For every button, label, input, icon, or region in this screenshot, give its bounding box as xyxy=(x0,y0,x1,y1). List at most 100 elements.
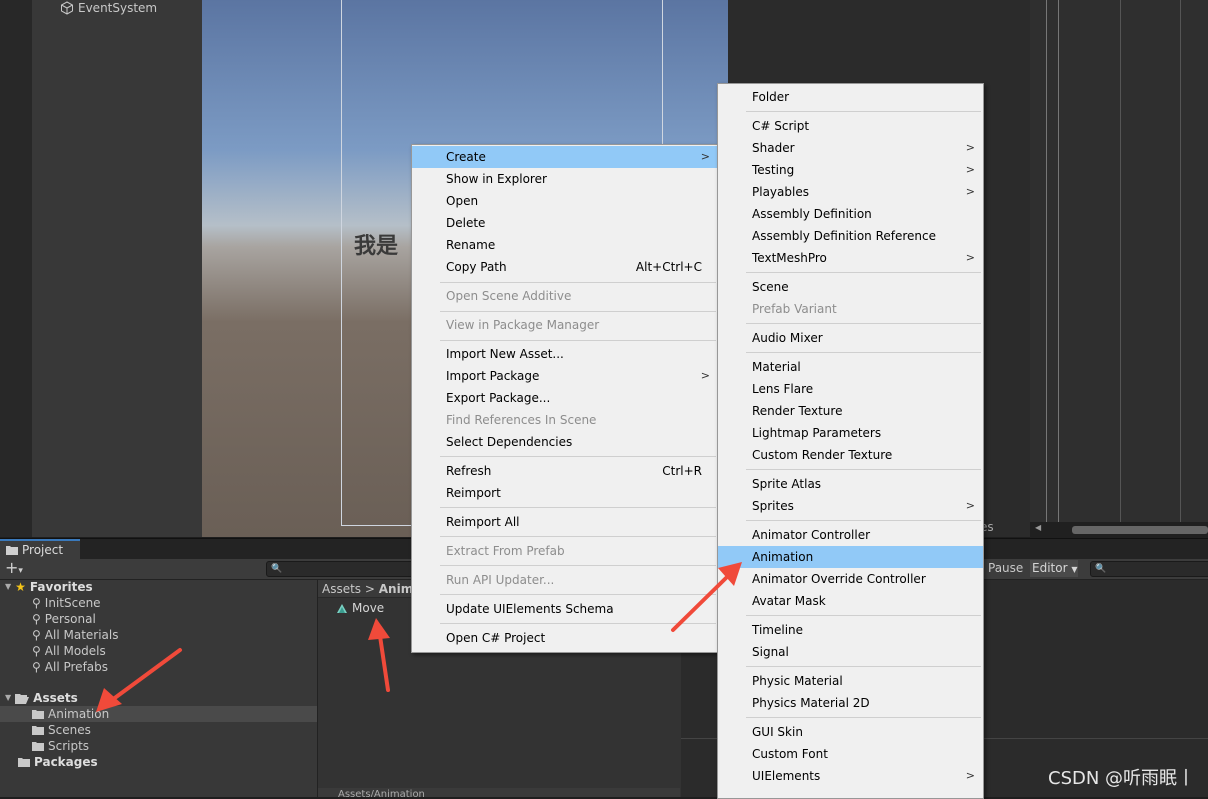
menu-item-gui-skin[interactable]: GUI Skin xyxy=(718,721,983,743)
menu-item-label: Custom Font xyxy=(752,747,828,761)
menu-item-open-csharp-project[interactable]: Open C# Project xyxy=(412,627,718,649)
tab-project[interactable]: Project xyxy=(0,539,80,559)
menu-item-testing[interactable]: Testing > xyxy=(718,159,983,181)
menu-item-physics-material-2d[interactable]: Physics Material 2D xyxy=(718,692,983,714)
menu-separator xyxy=(746,272,981,273)
menu-item-custom-font[interactable]: Custom Font xyxy=(718,743,983,765)
animation-clip-icon xyxy=(337,603,347,613)
asset-path-footer: Assets/Animation xyxy=(318,788,680,797)
menu-item-label: Export Package... xyxy=(446,391,551,405)
menu-item-label: Create xyxy=(446,150,486,164)
favorite-item[interactable]: ⚲ Personal xyxy=(32,611,96,627)
breadcrumb-root[interactable]: Assets xyxy=(322,582,361,596)
chevron-right-icon: > xyxy=(965,769,975,782)
menu-item-open[interactable]: Open xyxy=(412,190,718,212)
menu-item-label: TextMeshPro xyxy=(752,251,827,265)
menu-item-animator-override-controller[interactable]: Animator Override Controller xyxy=(718,568,983,590)
tree-item-scenes[interactable]: Scenes xyxy=(32,722,91,738)
favorite-item[interactable]: ⚲ All Prefabs xyxy=(32,659,108,675)
menu-item-scene[interactable]: Scene xyxy=(718,276,983,298)
scrollbar-thumb[interactable] xyxy=(1072,526,1208,534)
favorite-item[interactable]: ⚲ InitScene xyxy=(32,595,101,611)
expand-arrow-icon[interactable]: ▼ xyxy=(5,690,11,706)
menu-item-animator-controller[interactable]: Animator Controller xyxy=(718,524,983,546)
create-plus-button[interactable]: +▾ xyxy=(5,559,23,580)
menu-item-lens-flare[interactable]: Lens Flare xyxy=(718,378,983,400)
search-icon: ⚲ xyxy=(32,628,41,642)
menu-item-physic-material[interactable]: Physic Material xyxy=(718,670,983,692)
menu-item-label: Assembly Definition Reference xyxy=(752,229,937,243)
menu-item-reimport[interactable]: Reimport xyxy=(412,482,718,504)
menu-item-label: Animator Override Controller xyxy=(752,572,926,586)
menu-separator xyxy=(746,615,981,616)
menu-item-shader[interactable]: Shader > xyxy=(718,137,983,159)
pause-label[interactable]: Pause xyxy=(988,561,1023,575)
favorite-item[interactable]: ⚲ All Models xyxy=(32,643,106,659)
menu-item-sprite-atlas[interactable]: Sprite Atlas xyxy=(718,473,983,495)
menu-item-import-package[interactable]: Import Package > xyxy=(412,365,718,387)
menu-item-update-uielements-schema[interactable]: Update UIElements Schema xyxy=(412,598,718,620)
hierarchy-item-eventsystem[interactable]: EventSystem xyxy=(60,0,157,16)
menu-item-timeline[interactable]: Timeline xyxy=(718,619,983,641)
menu-item-delete[interactable]: Delete xyxy=(412,212,718,234)
menu-item-label: Delete xyxy=(446,216,486,230)
tree-item-animation[interactable]: Animation xyxy=(32,706,109,722)
menu-separator xyxy=(746,111,981,112)
chevron-right-icon: > xyxy=(700,369,710,382)
tree-favorites[interactable]: ▼ ★ Favorites xyxy=(5,579,93,595)
tree-assets[interactable]: ▼ Assets xyxy=(5,690,78,706)
tree-item-scripts[interactable]: Scripts xyxy=(32,738,89,754)
chevron-right-icon: > xyxy=(965,141,975,154)
console-search-input[interactable]: 🔍 xyxy=(1090,561,1208,577)
menu-item-avatar-mask[interactable]: Avatar Mask xyxy=(718,590,983,612)
menu-item-export-package[interactable]: Export Package... xyxy=(412,387,718,409)
favorite-item[interactable]: ⚲ All Materials xyxy=(32,627,119,643)
editor-dropdown[interactable]: Editor ▼ xyxy=(1030,560,1078,577)
menu-item-playables[interactable]: Playables > xyxy=(718,181,983,203)
menu-item-label: Reimport All xyxy=(446,515,520,529)
menu-item-select-dependencies[interactable]: Select Dependencies xyxy=(412,431,718,453)
menu-item-assembly-definition-reference[interactable]: Assembly Definition Reference xyxy=(718,225,983,247)
menu-item-animation[interactable]: Animation xyxy=(718,546,983,568)
chevron-right-icon: > xyxy=(965,499,975,512)
menu-item-sprites[interactable]: Sprites > xyxy=(718,495,983,517)
expand-arrow-icon[interactable]: ▼ xyxy=(5,579,11,595)
menu-item-shortcut: Ctrl+R xyxy=(662,464,702,478)
menu-item-label: Physics Material 2D xyxy=(752,696,870,710)
menu-item-label: Open Scene Additive xyxy=(446,289,572,303)
tree-packages[interactable]: Packages xyxy=(18,754,98,770)
menu-item-material[interactable]: Material xyxy=(718,356,983,378)
menu-item-rename[interactable]: Rename xyxy=(412,234,718,256)
menu-item-label: Animation xyxy=(752,550,814,564)
menu-item-reimport-all[interactable]: Reimport All xyxy=(412,511,718,533)
asset-item-label: Move xyxy=(352,601,385,615)
asset-item-move[interactable]: Move xyxy=(336,601,384,615)
menu-item-import-new-asset[interactable]: Import New Asset... xyxy=(412,343,718,365)
menu-item-csharp-script[interactable]: C# Script xyxy=(718,115,983,137)
menu-item-view-in-package-manager: View in Package Manager xyxy=(412,314,718,336)
menu-item-create[interactable]: Create > xyxy=(412,146,718,168)
menu-item-lightmap-parameters[interactable]: Lightmap Parameters xyxy=(718,422,983,444)
menu-item-custom-render-texture[interactable]: Custom Render Texture xyxy=(718,444,983,466)
menu-separator xyxy=(440,507,716,508)
search-icon: ⚲ xyxy=(32,644,41,658)
menu-item-render-texture[interactable]: Render Texture xyxy=(718,400,983,422)
menu-item-refresh[interactable]: Refresh Ctrl+R xyxy=(412,460,718,482)
menu-separator xyxy=(440,623,716,624)
favorite-label: All Prefabs xyxy=(44,660,109,674)
menu-item-copy-path[interactable]: Copy Path Alt+Ctrl+C xyxy=(412,256,718,278)
menu-item-signal[interactable]: Signal xyxy=(718,641,983,663)
menu-item-assembly-definition[interactable]: Assembly Definition xyxy=(718,203,983,225)
menu-item-audio-mixer[interactable]: Audio Mixer xyxy=(718,327,983,349)
menu-item-uielements[interactable]: UIElements > xyxy=(718,765,983,787)
menu-item-show-in-explorer[interactable]: Show in Explorer xyxy=(412,168,718,190)
menu-separator xyxy=(440,565,716,566)
scroll-left-icon[interactable]: ◀ xyxy=(1035,523,1041,532)
menu-item-textmeshpro[interactable]: TextMeshPro > xyxy=(718,247,983,269)
menu-item-folder[interactable]: Folder xyxy=(718,86,983,108)
project-search-input[interactable]: 🔍 xyxy=(266,561,422,577)
scene-ui-text: 我是 xyxy=(354,234,399,259)
menu-item-label: Lightmap Parameters xyxy=(752,426,882,440)
editor-dropdown-label: Editor xyxy=(1032,561,1068,575)
animation-timeline[interactable] xyxy=(1030,0,1208,525)
